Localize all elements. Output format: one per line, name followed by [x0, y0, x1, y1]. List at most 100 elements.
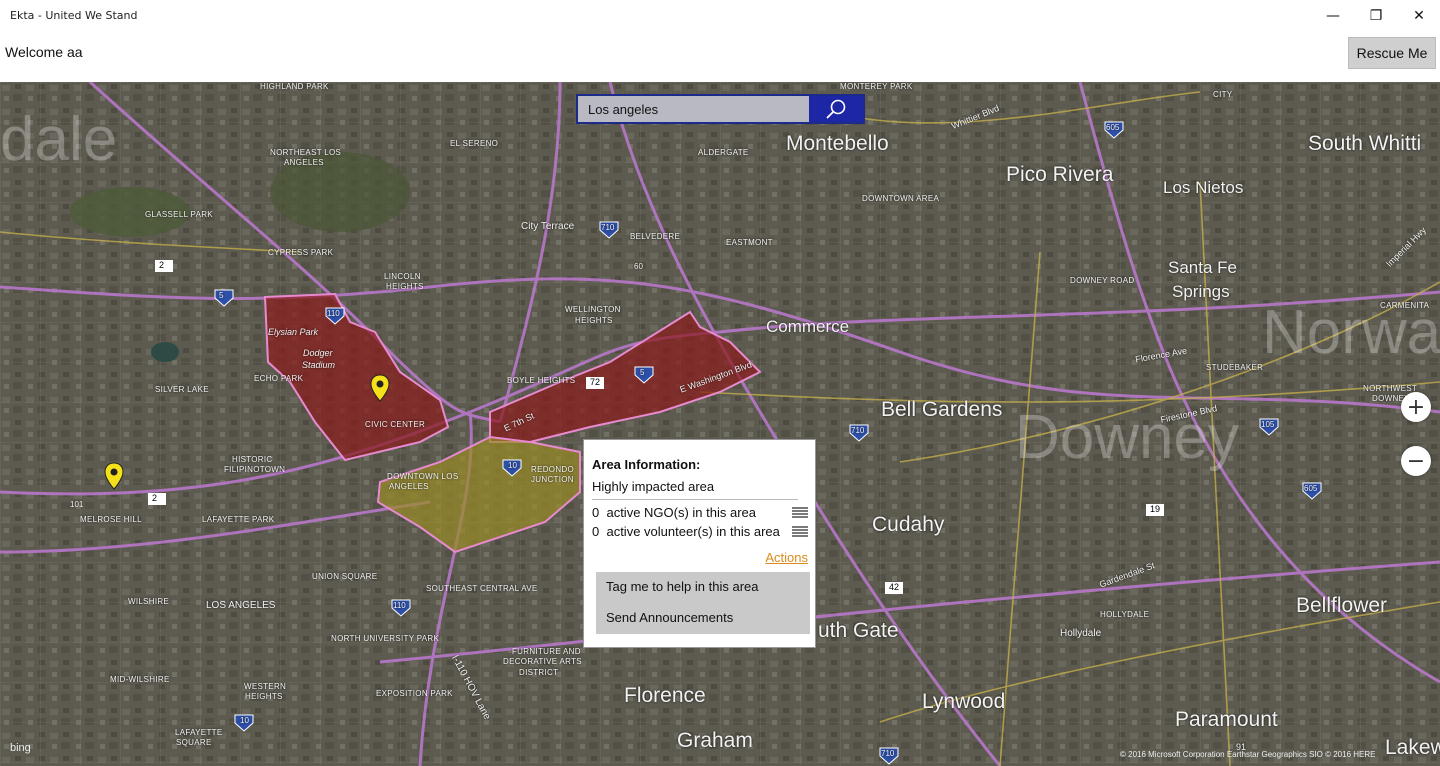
map-label-city: Lakew — [1385, 736, 1440, 759]
map-label-neighborhood: ANGELES — [284, 158, 324, 167]
map-label-neighborhood: NORTHEAST LOS — [270, 148, 342, 157]
map-label-neighborhood: UNION SQUARE — [312, 572, 378, 581]
plus-icon: + — [1406, 394, 1426, 420]
send-announcements-item[interactable]: Send Announcements — [606, 610, 733, 625]
map-label-neighborhood: FILIPINOTOWN — [224, 465, 286, 474]
map-label-neighborhood: JUNCTION — [531, 475, 574, 484]
map-label-neighborhood: CIVIC CENTER — [365, 420, 426, 429]
minimize-icon: — — [1326, 8, 1340, 24]
map-label-neighborhood: BOYLE HEIGHTS — [507, 376, 576, 385]
map-label-neighborhood: LAFAYETTE PARK — [202, 515, 275, 524]
map-label-city: Graham — [677, 729, 753, 752]
ngo-list-icon[interactable] — [791, 506, 809, 520]
map-label-neighborhood: SILVER LAKE — [155, 385, 209, 394]
map-label-neighborhood: HEIGHTS — [386, 282, 424, 291]
highway-shield-label: 105 — [1261, 420, 1275, 429]
map-label-city: Bell Gardens — [881, 398, 1003, 421]
welcome-text: Welcome aa — [5, 44, 83, 60]
highway-shield-label: 10 — [240, 716, 249, 725]
volunteer-count-row: 0 active volunteer(s) in this area — [592, 524, 812, 539]
map-label-city: Springs — [1172, 282, 1230, 301]
map-label-city: Montebello — [786, 132, 889, 155]
map-label-neighborhood: ANGELES — [389, 482, 429, 491]
app-header: Welcome aa Rescue Me — [0, 32, 1440, 82]
rescue-me-button[interactable]: Rescue Me — [1348, 37, 1436, 69]
highway-shield-label: 19 — [1150, 504, 1161, 514]
window-title: Ekta - United We Stand — [10, 9, 138, 22]
actions-link[interactable]: Actions — [765, 550, 808, 565]
highway-shield-label: 60 — [634, 262, 643, 271]
highway-shield-label: 42 — [889, 582, 900, 592]
map-label-neighborhood: GLASSELL PARK — [145, 210, 213, 219]
map-label-neighborhood: DOWNTOWN LOS — [387, 472, 459, 481]
map-label-neighborhood: LAFAYETTE — [175, 728, 223, 737]
zoom-out-button[interactable]: − — [1401, 446, 1431, 476]
map-label-neighborhood: HEIGHTS — [245, 692, 283, 701]
map-label-neighborhood: NORTHWEST — [1363, 384, 1418, 393]
highway-shield-label: 5 — [219, 291, 224, 300]
map-label-city: Los Nietos — [1163, 178, 1244, 197]
map-label-city: South Whitti — [1308, 132, 1422, 155]
close-icon: ✕ — [1413, 8, 1425, 24]
map-label-neighborhood: HIGHLAND PARK — [260, 82, 329, 91]
map-label-neighborhood: DOWNEY ROAD — [1070, 276, 1135, 285]
volunteer-label: active volunteer(s) in this area — [606, 524, 780, 539]
map-label-neighborhood: EL SERENO — [450, 139, 499, 148]
impact-level: Highly impacted area — [592, 479, 715, 494]
highway-shield-label: 101 — [70, 500, 84, 509]
volunteer-count: 0 — [592, 524, 600, 539]
close-button[interactable]: ✕ — [1396, 0, 1440, 32]
title-bar: Ekta - United We Stand — ❐ ✕ — [0, 0, 1440, 32]
map-label-neighborhood: WESTERN — [244, 682, 287, 691]
highway-shield-label: 2 — [159, 260, 165, 270]
map-label-neighborhood: MID-WILSHIRE — [110, 675, 170, 684]
map-label-neighborhood: HEIGHTS — [575, 316, 613, 325]
volunteer-list-icon[interactable] — [791, 525, 809, 539]
map-label-city: Cudahy — [872, 513, 945, 536]
search-button[interactable] — [809, 96, 863, 122]
map-label-neighborhood: CARMENITA — [1380, 301, 1430, 310]
map-label-city: Florence — [624, 684, 706, 707]
map-label-neighborhood: City Terrace — [521, 221, 575, 232]
map-label-city: Santa Fe — [1168, 258, 1237, 277]
highway-shield-label: 72 — [590, 377, 601, 387]
map-label-city: Commerce — [766, 317, 850, 336]
map-label-neighborhood: Stadium — [302, 360, 336, 370]
location-pin-icon[interactable] — [370, 374, 390, 402]
divider — [592, 499, 798, 500]
actions-menu: Tag me to help in this area Send Announc… — [596, 572, 810, 634]
map-label-neighborhood: MELROSE HILL — [80, 515, 142, 524]
ngo-label: active NGO(s) in this area — [606, 505, 757, 520]
highway-shield-label: 2 — [152, 493, 158, 503]
map-label-neighborhood: Elysian Park — [268, 327, 319, 337]
location-pin-icon[interactable] — [104, 462, 124, 490]
map-label-neighborhood: SQUARE — [176, 738, 212, 747]
map-label-neighborhood: EASTMONT — [726, 238, 773, 247]
map-label-city: uth Gate — [818, 619, 899, 642]
highway-shield-label: 110 — [327, 309, 340, 318]
location-search — [576, 94, 865, 124]
map-label-neighborhood: DISTRICT — [519, 668, 559, 677]
highway-shield-label: 10 — [508, 461, 517, 470]
map-label-neighborhood: ECHO PARK — [254, 374, 304, 383]
highway-shield-label: 710 — [601, 223, 615, 232]
minimize-button[interactable]: — — [1310, 0, 1356, 32]
maximize-icon: ❐ — [1369, 8, 1383, 24]
map-label-city: Lynwood — [922, 690, 1006, 713]
map-view[interactable]: dale Downey Norwa Montebello Pico Rivera… — [0, 82, 1440, 766]
map-label-neighborhood: MONTEREY PARK — [840, 82, 913, 91]
map-label-neighborhood: HISTORIC — [232, 455, 273, 464]
zoom-in-button[interactable]: + — [1401, 392, 1431, 422]
highway-shield-label: 5 — [640, 368, 645, 377]
search-input[interactable] — [578, 96, 809, 122]
highway-shield-label: 605 — [1106, 123, 1120, 132]
map-label-neighborhood: DECORATIVE ARTS — [503, 657, 582, 666]
ngo-count-row: 0 active NGO(s) in this area — [592, 505, 812, 520]
map-label-neighborhood: WILSHIRE — [128, 597, 170, 606]
map-label-city: Paramount — [1175, 708, 1278, 731]
tag-me-to-help-item[interactable]: Tag me to help in this area — [606, 579, 758, 594]
popup-title: Area Information: — [592, 457, 701, 472]
map-label-ghost: dale — [0, 105, 118, 174]
map-label-neighborhood: CITY — [1213, 90, 1233, 99]
maximize-button[interactable]: ❐ — [1353, 0, 1399, 32]
